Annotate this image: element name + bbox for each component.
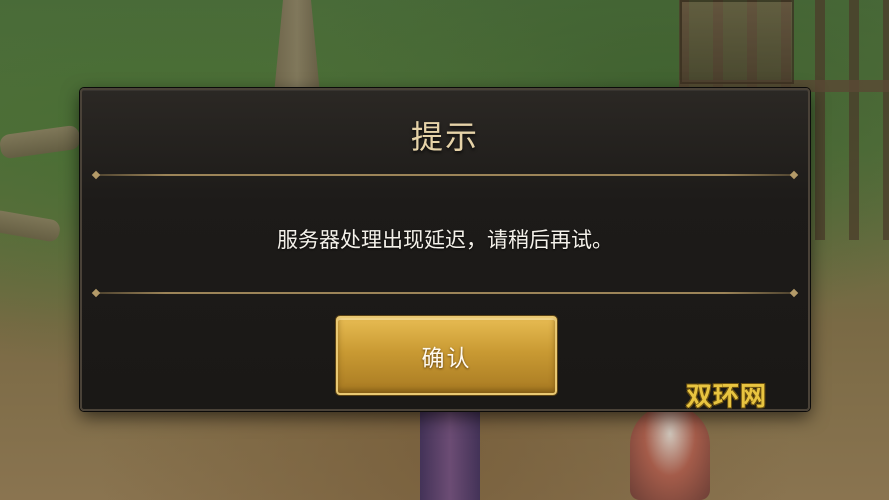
background-signboard (680, 0, 794, 84)
notice-dialog: 提示 服务器处理出现延迟，请稍后再试。 确认 (80, 88, 810, 411)
confirm-button[interactable]: 确认 (336, 316, 557, 395)
background-character (630, 405, 710, 500)
game-scene: 提示 服务器处理出现延迟，请稍后再试。 确认 双环网 (0, 0, 889, 500)
watermark-logo: 双环网 (686, 382, 768, 412)
background-log (0, 209, 62, 243)
dialog-title: 提示 (410, 118, 479, 156)
title-divider (96, 174, 794, 176)
message-divider (96, 292, 794, 294)
background-character (420, 405, 480, 500)
background-log (0, 124, 82, 160)
dialog-message: 服务器处理出现延迟，请稍后再试。 (277, 228, 613, 252)
confirm-button-label: 确认 (421, 345, 472, 372)
